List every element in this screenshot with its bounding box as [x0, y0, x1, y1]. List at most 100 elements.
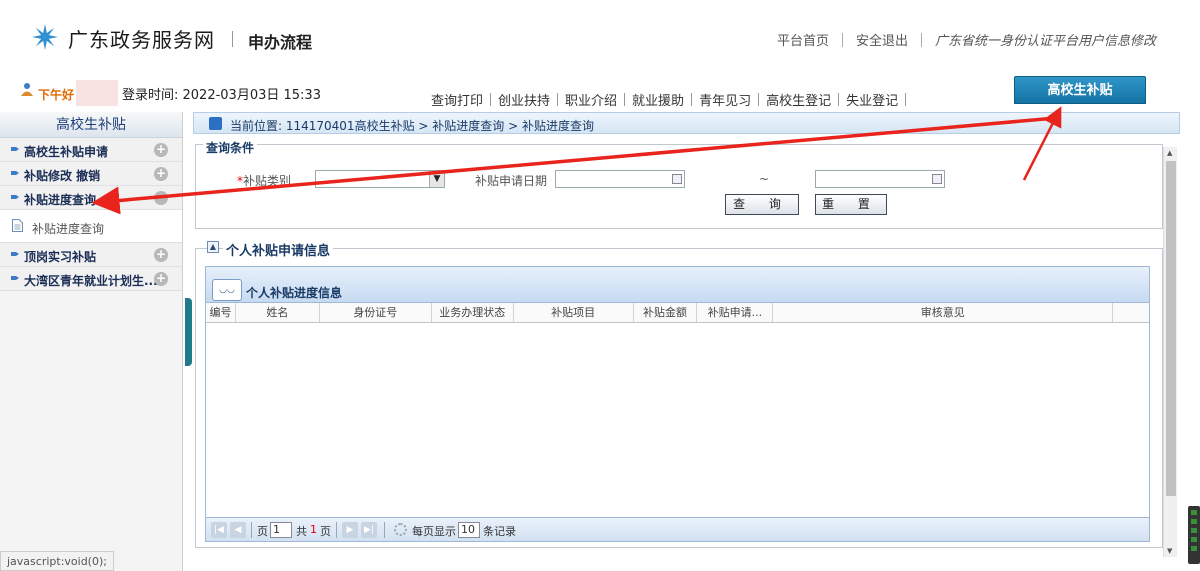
tab-graduate-register[interactable]: 高校生登记	[759, 90, 838, 109]
apply-date-from-input[interactable]	[555, 170, 685, 188]
records-label: 条记录	[483, 525, 516, 538]
top-links: 平台首页 安全退出 广东省统一身份认证平台用户信息修改	[764, 30, 1156, 49]
login-time: 登录时间: 2022-03月03日 15:33	[122, 88, 321, 103]
home-link[interactable]: 平台首页	[764, 30, 842, 49]
column-header[interactable]: 审核意见	[773, 303, 1114, 322]
main-scrollbar[interactable]: ▲ ▼	[1163, 147, 1177, 557]
sidebar-item-label: 顶岗实习补贴	[24, 250, 97, 264]
tab-entrepreneurship[interactable]: 创业扶持	[491, 90, 557, 109]
sidebar-item-greater-bay-plan[interactable]: 大湾区青年就业计划生... +	[0, 267, 182, 291]
breadcrumb-text: 当前位置: 114170401高校生补贴 > 补贴进度查询 > 补贴进度查询	[230, 119, 594, 133]
title-divider	[232, 31, 233, 47]
column-header[interactable]: 补贴申请...	[697, 303, 774, 322]
refresh-icon[interactable]	[394, 523, 407, 536]
arrow-bullet-icon	[11, 147, 19, 151]
divider	[905, 93, 907, 106]
chevron-down-icon[interactable]: ▼	[429, 171, 444, 187]
divider	[336, 522, 337, 538]
per-page-label: 每页显示	[412, 525, 456, 538]
sidebar: 高校生补贴 高校生补贴申请 + 补贴修改 撤销 + 补贴进度查询 − 补贴进度查…	[0, 112, 183, 571]
collapse-up-icon[interactable]: ▲	[207, 241, 219, 253]
scroll-down-icon[interactable]: ▼	[1167, 547, 1172, 555]
scrollbar-thumb[interactable]	[1166, 161, 1176, 496]
last-page-icon[interactable]: ▶|	[361, 522, 377, 538]
arrow-bullet-icon	[11, 171, 19, 175]
total-prefix: 共	[296, 525, 307, 538]
search-icon	[209, 117, 222, 130]
expand-icon[interactable]: +	[154, 143, 168, 157]
sidebar-item-progress-query[interactable]: 补贴进度查询 −	[0, 186, 182, 210]
sidebar-item-subsidy-modify[interactable]: 补贴修改 撤销 +	[0, 162, 182, 186]
arrow-bullet-icon	[11, 195, 19, 199]
gov-logo-icon	[32, 24, 58, 50]
page-title: 申办流程	[248, 33, 313, 52]
total-suffix: 页	[320, 525, 331, 538]
query-legend: 查询条件	[203, 139, 258, 156]
site-name[interactable]: 广东政务服务网	[68, 24, 215, 53]
greeting: 下午好	[38, 88, 75, 102]
collapse-icon[interactable]: −	[154, 191, 168, 205]
tab-unemployment-register[interactable]: 失业登记	[839, 90, 905, 109]
column-header[interactable]: 身份证号	[320, 303, 432, 322]
reset-button[interactable]: 重 置	[815, 194, 887, 215]
user-icon	[21, 83, 33, 96]
current-page-input[interactable]: 1	[270, 522, 292, 538]
subsidy-type-label: *补贴类别	[237, 172, 291, 189]
header: 广东政务服务网 申办流程 平台首页 安全退出 广东省统一身份认证平台用户信息修改	[0, 0, 1200, 76]
expand-icon[interactable]: +	[154, 167, 168, 181]
calendar-icon[interactable]	[932, 174, 942, 184]
first-page-icon[interactable]: |◀	[211, 522, 227, 538]
main-content: 当前位置: 114170401高校生补贴 > 补贴进度查询 > 补贴进度查询 查…	[193, 112, 1180, 571]
sidebar-title: 高校生补贴	[0, 112, 182, 138]
arrow-bullet-icon	[11, 252, 19, 256]
divider	[384, 522, 385, 538]
column-spacer	[1113, 303, 1149, 322]
expand-icon[interactable]: +	[154, 248, 168, 262]
divider	[251, 522, 252, 538]
apply-date-to-input[interactable]	[815, 170, 945, 188]
tab-query-print[interactable]: 查询打印	[424, 90, 490, 109]
nav-tabs: 查询打印 创业扶持 职业介绍 就业援助 青年见习 高校生登记 失业登记	[424, 90, 907, 109]
sidebar-item-label: 大湾区青年就业计划生...	[24, 274, 158, 288]
apply-date-label: 补贴申请日期	[475, 174, 548, 188]
navbar: 下午好 登录时间: 2022-03月03日 15:33 查询打印 创业扶持 职业…	[0, 76, 1200, 110]
scroll-up-icon[interactable]: ▲	[1167, 149, 1172, 157]
column-header[interactable]: 姓名	[236, 303, 320, 322]
sidebar-collapse-handle[interactable]	[185, 298, 192, 366]
page-prefix: 页	[257, 525, 268, 538]
side-widget[interactable]	[1188, 506, 1200, 564]
profile-edit-link[interactable]: 广东省统一身份认证平台用户信息修改	[922, 30, 1156, 49]
search-button[interactable]: 查 询	[725, 194, 799, 215]
column-header[interactable]: 业务办理状态	[432, 303, 514, 322]
column-header[interactable]: 补贴金额	[634, 303, 698, 322]
sidebar-item-subsidy-apply[interactable]: 高校生补贴申请 +	[0, 138, 182, 162]
logout-link[interactable]: 安全退出	[843, 30, 921, 49]
next-page-icon[interactable]: ▶	[342, 522, 358, 538]
total-pages: 1	[310, 523, 317, 536]
eye-icon: ◡◡	[212, 279, 242, 301]
document-icon	[12, 219, 23, 232]
sidebar-item-label: 补贴修改 撤销	[24, 169, 101, 183]
sidebar-item-internship-subsidy[interactable]: 顶岗实习补贴 +	[0, 243, 182, 267]
column-header[interactable]: 编号	[206, 303, 236, 322]
column-header[interactable]: 补贴项目	[514, 303, 634, 322]
arrow-bullet-icon	[11, 276, 19, 280]
date-range-separator: ~	[759, 172, 770, 186]
pager: |◀ ◀ 页 1 共 1 页 ▶ ▶| 每页显示 10 条记录	[206, 517, 1149, 541]
subsidy-type-select[interactable]: ▼	[315, 170, 445, 188]
expand-icon[interactable]: +	[154, 272, 168, 286]
sidebar-item-label: 高校生补贴申请	[24, 145, 109, 159]
tab-job-intro[interactable]: 职业介绍	[558, 90, 624, 109]
subsidy-type-label-text: 补贴类别	[243, 174, 292, 188]
grid-header: 编号 姓名 身份证号 业务办理状态 补贴项目 补贴金额 补贴申请... 审核意见	[206, 303, 1149, 323]
per-page-input[interactable]: 10	[458, 522, 480, 538]
progress-grid: ◡◡ 个人补贴进度信息 编号 姓名 身份证号 业务办理状态 补贴项目 补贴金额 …	[205, 266, 1150, 542]
calendar-icon[interactable]	[672, 174, 682, 184]
tab-youth-trainee[interactable]: 青年见习	[692, 90, 758, 109]
status-bar: javascript:void(0);	[0, 551, 114, 571]
prev-page-icon[interactable]: ◀	[230, 522, 246, 538]
sidebar-item-label: 补贴进度查询	[24, 193, 97, 207]
tab-graduate-subsidy[interactable]: 高校生补贴	[1014, 76, 1146, 104]
sidebar-subitem-progress-query[interactable]: 补贴进度查询	[0, 210, 182, 243]
tab-employment-aid[interactable]: 就业援助	[625, 90, 691, 109]
